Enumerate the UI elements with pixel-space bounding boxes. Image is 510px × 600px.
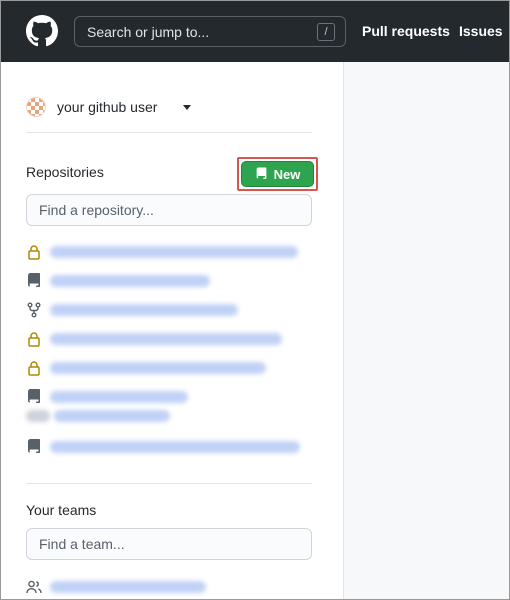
repository-link[interactable] xyxy=(50,246,298,258)
repository-link[interactable] xyxy=(50,333,282,345)
divider xyxy=(26,483,312,484)
team-item[interactable] xyxy=(26,579,206,595)
people-icon xyxy=(26,580,42,594)
repository-link[interactable] xyxy=(54,410,170,422)
repo-icon xyxy=(27,273,40,287)
team-link[interactable] xyxy=(50,581,206,593)
new-button-label: New xyxy=(273,166,301,182)
new-repository-button[interactable]: New xyxy=(241,161,314,187)
team-filter-input[interactable] xyxy=(26,528,312,560)
avatar xyxy=(26,97,46,117)
nav-pull-requests[interactable]: Pull requests xyxy=(362,23,450,39)
repository-item[interactable] xyxy=(26,302,238,318)
repository-link[interactable] xyxy=(50,275,210,287)
repo-icon xyxy=(27,389,40,403)
repository-link[interactable] xyxy=(50,362,266,374)
nav-issues[interactable]: Issues xyxy=(459,23,503,39)
account-switcher[interactable]: your github user xyxy=(26,97,157,117)
global-search-input[interactable]: Search or jump to... / xyxy=(74,16,346,47)
slash-shortcut-key: / xyxy=(317,23,335,41)
chevron-down-icon[interactable] xyxy=(183,105,191,110)
repository-item[interactable] xyxy=(26,389,188,405)
repo-forked-icon xyxy=(27,302,41,318)
repository-item[interactable] xyxy=(26,439,300,455)
repositories-heading: Repositories xyxy=(26,164,104,180)
teams-heading: Your teams xyxy=(26,502,97,518)
repository-filter-input[interactable] xyxy=(26,194,312,226)
lock-icon xyxy=(28,361,40,376)
github-logo-icon[interactable] xyxy=(26,15,58,47)
dashboard-sidebar: your github user Repositories New Find a… xyxy=(2,62,344,599)
app-window: Search or jump to... / Pull requests Iss… xyxy=(0,0,510,600)
divider xyxy=(26,132,312,133)
repository-item[interactable] xyxy=(26,273,210,289)
main-content-area xyxy=(344,62,509,599)
repo-icon xyxy=(256,167,266,179)
account-username: your github user xyxy=(57,99,158,115)
repository-link[interactable] xyxy=(50,441,300,453)
repository-item[interactable] xyxy=(26,360,266,376)
lock-icon xyxy=(28,332,40,347)
global-search-placeholder: Search or jump to... xyxy=(87,23,210,40)
repository-link[interactable] xyxy=(50,391,188,403)
lock-icon xyxy=(28,245,40,260)
repository-link-fragment xyxy=(26,410,50,422)
repository-link[interactable] xyxy=(50,304,238,316)
repo-icon xyxy=(27,439,40,453)
repository-item[interactable] xyxy=(26,244,298,260)
repository-item[interactable] xyxy=(26,331,282,347)
repository-item-continuation[interactable] xyxy=(26,410,170,422)
top-header: Search or jump to... / Pull requests Iss… xyxy=(1,1,509,62)
